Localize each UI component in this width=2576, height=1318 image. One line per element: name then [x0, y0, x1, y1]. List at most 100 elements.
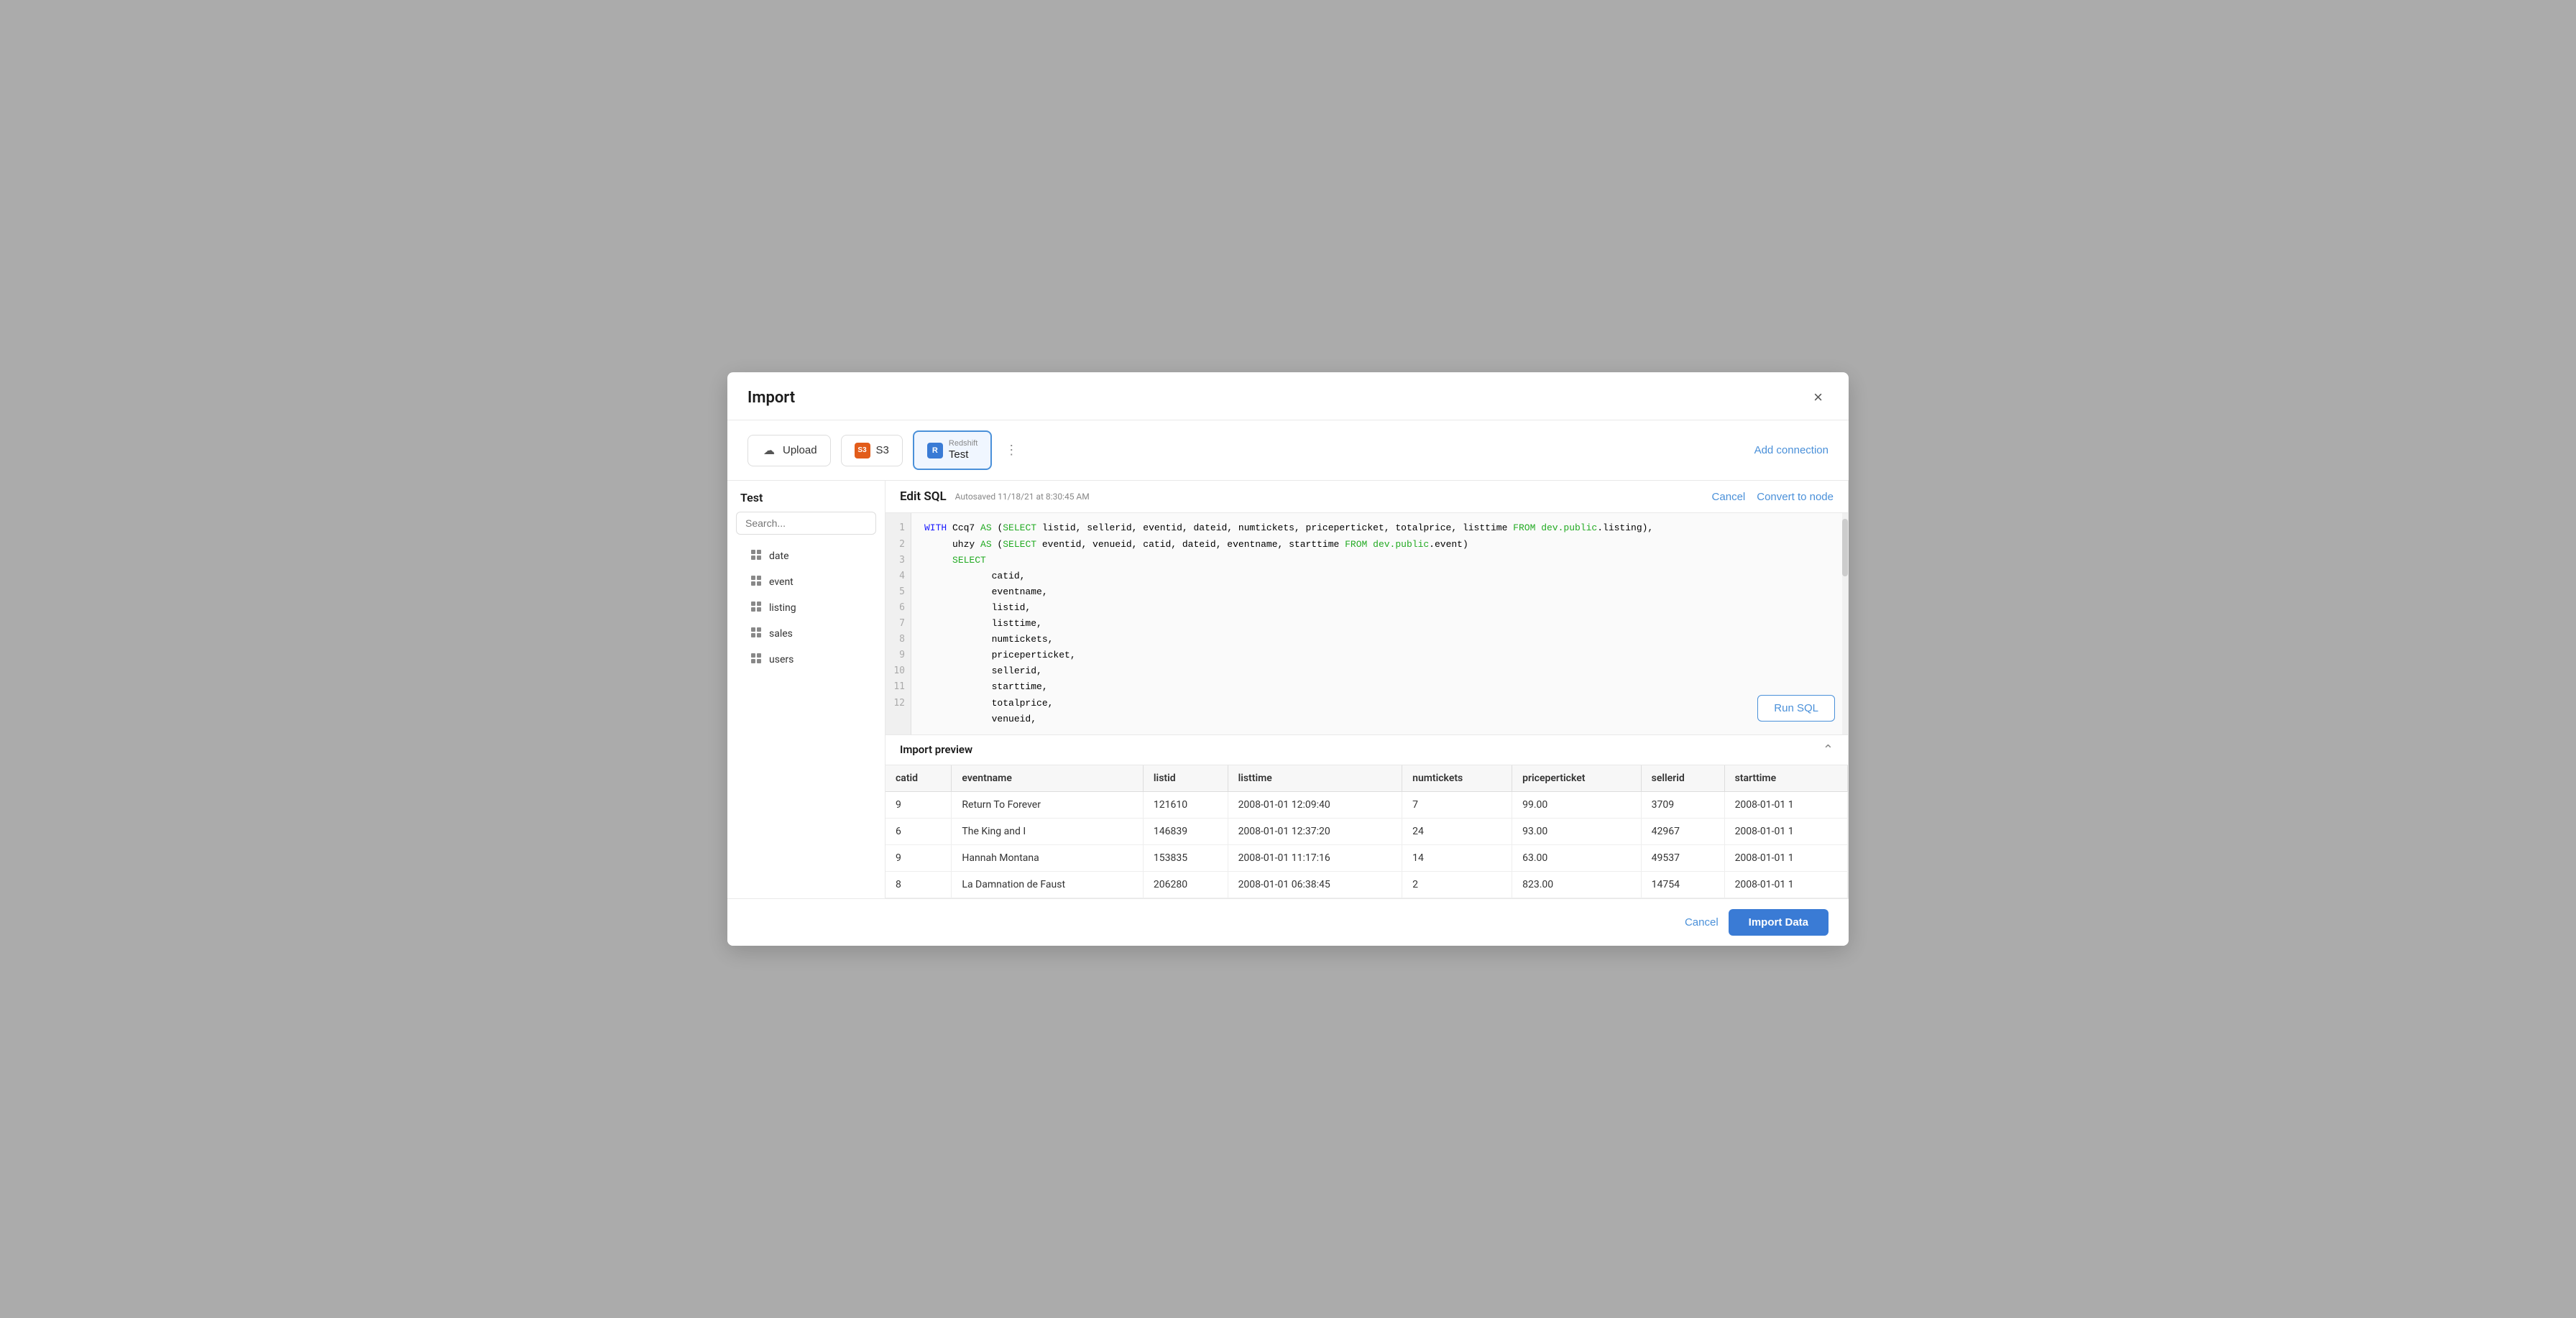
table-name: event — [769, 576, 794, 588]
cell-sellerid: 14754 — [1641, 871, 1724, 898]
cell-listid: 206280 — [1143, 871, 1228, 898]
table-list: date event — [727, 543, 885, 888]
footer-cancel-button[interactable]: Cancel — [1685, 916, 1719, 928]
list-item[interactable]: users — [727, 647, 885, 673]
cell-listid: 153835 — [1143, 844, 1228, 871]
list-item[interactable]: sales — [727, 621, 885, 647]
cell-priceperticket: 823.00 — [1512, 871, 1642, 898]
preview-collapse-button[interactable]: ⌃ — [1823, 742, 1834, 757]
cell-starttime: 2008-01-01 1 — [1724, 844, 1847, 871]
preview-table-header: catid eventname listid listtime numticke… — [886, 765, 1848, 792]
upload-icon: ☁ — [761, 443, 777, 458]
preview-title: Import preview — [900, 743, 972, 756]
table-name: listing — [769, 602, 796, 614]
convert-to-node-button[interactable]: Convert to node — [1757, 491, 1834, 503]
cell-priceperticket: 63.00 — [1512, 844, 1642, 871]
preview-section: Import preview ⌃ catid eventname listid — [886, 734, 1848, 898]
close-button[interactable]: × — [1808, 385, 1828, 410]
col-header-priceperticket: priceperticket — [1512, 765, 1642, 792]
cell-listtime: 2008-01-01 06:38:45 — [1228, 871, 1402, 898]
table-grid-icon — [750, 549, 762, 563]
s3-icon: S3 — [855, 443, 870, 458]
sql-editor-area[interactable]: 1 2 3 4 5 6 7 8 9 10 11 12 WITH Ccq7 AS … — [886, 513, 1848, 734]
col-header-numtickets: numtickets — [1402, 765, 1512, 792]
modal-title: Import — [748, 389, 795, 407]
cell-catid: 9 — [886, 844, 952, 871]
cell-numtickets: 24 — [1402, 818, 1512, 844]
sql-editor-title: Edit SQL — [900, 489, 947, 504]
preview-table: catid eventname listid listtime numticke… — [886, 765, 1848, 898]
sidebar: Test date — [727, 481, 886, 898]
cell-listtime: 2008-01-01 11:17:16 — [1228, 844, 1402, 871]
chevron-up-icon: ⌃ — [1823, 742, 1834, 757]
list-item[interactable]: date — [727, 543, 885, 569]
cell-catid: 6 — [886, 818, 952, 844]
cell-eventname: La Damnation de Faust — [952, 871, 1144, 898]
table-name: users — [769, 654, 794, 665]
table-row: 9 Hannah Montana 153835 2008-01-01 11:17… — [886, 844, 1848, 871]
line-numbers: 1 2 3 4 5 6 7 8 9 10 11 12 — [886, 513, 911, 734]
list-item[interactable]: event — [727, 569, 885, 595]
s3-connection-btn[interactable]: S3 S3 — [841, 435, 903, 466]
cell-priceperticket: 93.00 — [1512, 818, 1642, 844]
table-grid-icon — [750, 601, 762, 615]
cell-priceperticket: 99.00 — [1512, 791, 1642, 818]
search-input[interactable] — [736, 512, 876, 535]
table-grid-icon — [750, 627, 762, 641]
cell-starttime: 2008-01-01 1 — [1724, 791, 1847, 818]
preview-table-body: 9 Return To Forever 121610 2008-01-01 12… — [886, 791, 1848, 898]
cell-starttime: 2008-01-01 1 — [1724, 818, 1847, 844]
upload-label: Upload — [783, 444, 817, 456]
col-header-catid: catid — [886, 765, 952, 792]
table-grid-icon — [750, 575, 762, 589]
sql-autosaved-label: Autosaved 11/18/21 at 8:30:45 AM — [955, 492, 1090, 502]
sql-scrollbar-thumb[interactable] — [1842, 519, 1848, 576]
cell-sellerid: 42967 — [1641, 818, 1724, 844]
modal-overlay: Import × ☁ Upload S3 S3 R Redshift Test … — [0, 0, 2576, 1318]
sql-panel: Edit SQL Autosaved 11/18/21 at 8:30:45 A… — [886, 481, 1849, 898]
sidebar-title: Test — [727, 491, 885, 512]
cancel-sql-button[interactable]: Cancel — [1712, 491, 1746, 503]
table-row: 8 La Damnation de Faust 206280 2008-01-0… — [886, 871, 1848, 898]
table-name: sales — [769, 628, 793, 640]
modal-header: Import × — [727, 372, 1849, 420]
cell-numtickets: 14 — [1402, 844, 1512, 871]
table-grid-icon — [750, 653, 762, 667]
list-item[interactable]: listing — [727, 595, 885, 621]
add-connection-button[interactable]: Add connection — [1754, 444, 1828, 456]
table-row: 9 Return To Forever 121610 2008-01-01 12… — [886, 791, 1848, 818]
import-data-button[interactable]: Import Data — [1729, 909, 1828, 936]
redshift-name-label: Test — [949, 448, 969, 461]
cell-sellerid: 49537 — [1641, 844, 1724, 871]
s3-label: S3 — [876, 444, 889, 456]
upload-connection-btn[interactable]: ☁ Upload — [748, 435, 831, 466]
cell-catid: 8 — [886, 871, 952, 898]
col-header-listtime: listtime — [1228, 765, 1402, 792]
redshift-icon: R — [927, 443, 943, 458]
cell-listtime: 2008-01-01 12:09:40 — [1228, 791, 1402, 818]
import-modal: Import × ☁ Upload S3 S3 R Redshift Test … — [727, 372, 1849, 945]
modal-footer: Cancel Import Data — [727, 898, 1849, 946]
run-sql-button[interactable]: Run SQL — [1757, 695, 1835, 722]
redshift-connection-btn[interactable]: R Redshift Test — [913, 430, 992, 470]
col-header-eventname: eventname — [952, 765, 1144, 792]
cell-starttime: 2008-01-01 1 — [1724, 871, 1847, 898]
table-name: date — [769, 550, 789, 562]
preview-header: Import preview ⌃ — [886, 735, 1848, 765]
cell-sellerid: 3709 — [1641, 791, 1724, 818]
preview-table-wrap: catid eventname listid listtime numticke… — [886, 765, 1848, 898]
cell-eventname: Return To Forever — [952, 791, 1144, 818]
cell-eventname: The King and I — [952, 818, 1144, 844]
redshift-more-btn[interactable]: ⋮ — [1002, 441, 1021, 459]
sql-scrollbar-track[interactable] — [1842, 513, 1848, 734]
col-header-listid: listid — [1143, 765, 1228, 792]
sql-actions: Cancel Convert to node — [1712, 491, 1834, 503]
cell-listid: 146839 — [1143, 818, 1228, 844]
sql-code-content[interactable]: WITH Ccq7 AS (SELECT listid, sellerid, e… — [911, 513, 1848, 734]
cell-listid: 121610 — [1143, 791, 1228, 818]
redshift-type-label: Redshift — [949, 439, 978, 448]
cell-numtickets: 2 — [1402, 871, 1512, 898]
connections-bar: ☁ Upload S3 S3 R Redshift Test ⋮ Add con… — [727, 420, 1849, 481]
col-header-sellerid: sellerid — [1641, 765, 1724, 792]
cell-eventname: Hannah Montana — [952, 844, 1144, 871]
